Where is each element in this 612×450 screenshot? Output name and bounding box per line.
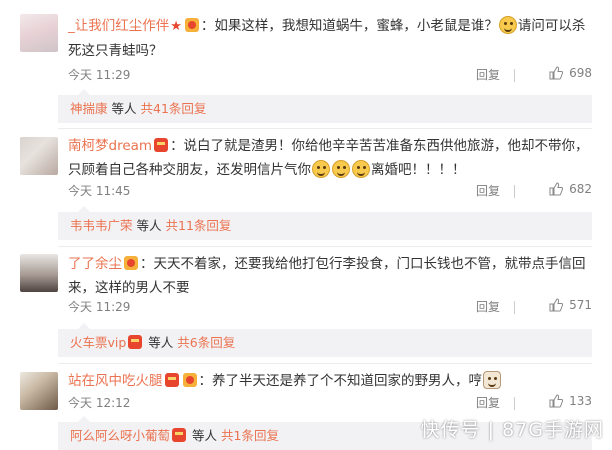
sub-replies: 火车票vip 等人 共6条回复 bbox=[58, 323, 592, 357]
sub-reply-label: 等人 bbox=[192, 428, 218, 443]
red-envelope-badge-icon bbox=[172, 428, 187, 442]
sub-reply-label: 等人 bbox=[111, 101, 137, 116]
thumbs-up-icon bbox=[549, 298, 564, 312]
thumbs-up-icon bbox=[549, 182, 564, 196]
reply-button[interactable]: 回复 bbox=[476, 394, 500, 411]
like-count: 133 bbox=[569, 394, 592, 408]
more-replies-link[interactable]: 共41条回复 bbox=[141, 101, 207, 116]
like-count: 682 bbox=[569, 182, 592, 196]
username-link[interactable]: 站在风中吃火腿 bbox=[68, 373, 163, 389]
divider bbox=[514, 185, 515, 198]
more-replies-link[interactable]: 共11条回复 bbox=[166, 218, 232, 233]
reply-button[interactable]: 回复 bbox=[476, 182, 500, 199]
red-envelope-badge-icon bbox=[164, 373, 179, 387]
vip-badge-icon bbox=[124, 256, 138, 270]
red-envelope-badge-icon bbox=[128, 335, 143, 349]
vip-badge-icon bbox=[182, 373, 197, 387]
comment-text: ：如果这样，我想知道蜗牛，蜜蜂，小老鼠是谁？ bbox=[200, 18, 498, 34]
timestamp: 今天 11:45 bbox=[68, 184, 131, 198]
thumbs-up-icon bbox=[549, 66, 564, 80]
divider bbox=[514, 397, 515, 410]
comment-text: ：养了半天还是养了个不知道回家的野男人，哼 bbox=[198, 373, 483, 389]
like-count: 698 bbox=[569, 66, 592, 80]
username-link[interactable]: 了了余尘 bbox=[68, 256, 122, 272]
divider bbox=[514, 301, 515, 314]
comment-meta: 今天 11:29 回复 571 bbox=[68, 298, 592, 318]
avatar[interactable] bbox=[20, 372, 58, 410]
comment-body: 了了余尘 ：天天不着家，还要我给他打包行李投食，门口长钱也不管，就带点手信回来，这… bbox=[68, 252, 592, 300]
comment-body: _让我们红尘作伴★ ：如果这样，我想知道蜗牛，蜜蜂，小老鼠是谁？ 请问可以杀死这只青… bbox=[68, 14, 592, 63]
grin-emoji-icon bbox=[352, 160, 370, 178]
divider bbox=[58, 246, 592, 247]
like-button[interactable]: 698 bbox=[506, 66, 592, 82]
timestamp: 今天 11:29 bbox=[68, 68, 131, 82]
star-icon: ★ bbox=[170, 19, 182, 34]
sub-reply-label: 等人 bbox=[148, 335, 174, 350]
username-link[interactable]: _让我们红尘作伴 bbox=[68, 18, 169, 34]
sweat-smile-emoji-icon bbox=[498, 16, 517, 34]
divider bbox=[58, 128, 592, 129]
sub-replies: 神揣康 等人 共41条回复 bbox=[58, 89, 592, 123]
grin-emoji-icon bbox=[332, 160, 350, 178]
like-button[interactable]: 133 bbox=[506, 394, 592, 410]
comment-body: 南柯梦dream ：说白了就是渣男！你给他辛辛苦苦准备东西供他旅游，他却不带你，只… bbox=[68, 134, 592, 182]
sub-reply-user[interactable]: 火车票vip bbox=[70, 335, 126, 350]
vip-badge-icon bbox=[184, 18, 199, 32]
comment-meta: 今天 11:45 回复 682 bbox=[68, 182, 592, 202]
divider bbox=[58, 363, 592, 364]
sub-reply-label: 等人 bbox=[136, 218, 162, 233]
like-button[interactable]: 571 bbox=[506, 298, 592, 314]
sub-reply-user[interactable]: 阿么阿么呀小葡萄 bbox=[70, 428, 170, 443]
more-replies-link[interactable]: 共1条回复 bbox=[221, 428, 279, 443]
timestamp: 今天 12:12 bbox=[68, 396, 131, 410]
comment-body: 站在风中吃火腿 ：养了半天还是养了个不知道回家的野男人，哼 bbox=[68, 369, 592, 393]
sub-reply-user[interactable]: 神揣康 bbox=[70, 101, 108, 116]
like-count: 571 bbox=[569, 298, 592, 312]
avatar[interactable] bbox=[20, 137, 58, 175]
comment-text: ：天天不着家，还要我给他打包行李投食，门口长钱也不管，就带点手信回来，这样的男人… bbox=[68, 256, 586, 296]
dog-emoji-icon bbox=[483, 371, 501, 389]
like-button[interactable]: 682 bbox=[506, 182, 592, 198]
comment-meta: 今天 12:12 回复 133 bbox=[68, 394, 592, 414]
avatar[interactable] bbox=[20, 254, 58, 292]
timestamp: 今天 11:29 bbox=[68, 300, 131, 314]
divider bbox=[514, 69, 515, 82]
username-link[interactable]: 南柯梦dream bbox=[68, 138, 152, 154]
grin-emoji-icon bbox=[312, 160, 330, 178]
avatar[interactable] bbox=[20, 14, 58, 52]
reply-button[interactable]: 回复 bbox=[476, 66, 500, 83]
watermark: 快传号 | 87G手游网 bbox=[420, 419, 604, 441]
sub-replies: 韦韦韦广荣 等人 共11条回复 bbox=[58, 206, 592, 240]
comment-text-cont: 离婚吧！！！！ bbox=[371, 162, 466, 178]
more-replies-link[interactable]: 共6条回复 bbox=[177, 335, 235, 350]
red-envelope-badge-icon bbox=[154, 138, 169, 152]
thumbs-up-icon bbox=[549, 394, 564, 408]
comment-meta: 今天 11:29 回复 698 bbox=[68, 66, 592, 86]
sub-reply-user[interactable]: 韦韦韦广荣 bbox=[70, 218, 133, 233]
reply-button[interactable]: 回复 bbox=[476, 298, 500, 315]
